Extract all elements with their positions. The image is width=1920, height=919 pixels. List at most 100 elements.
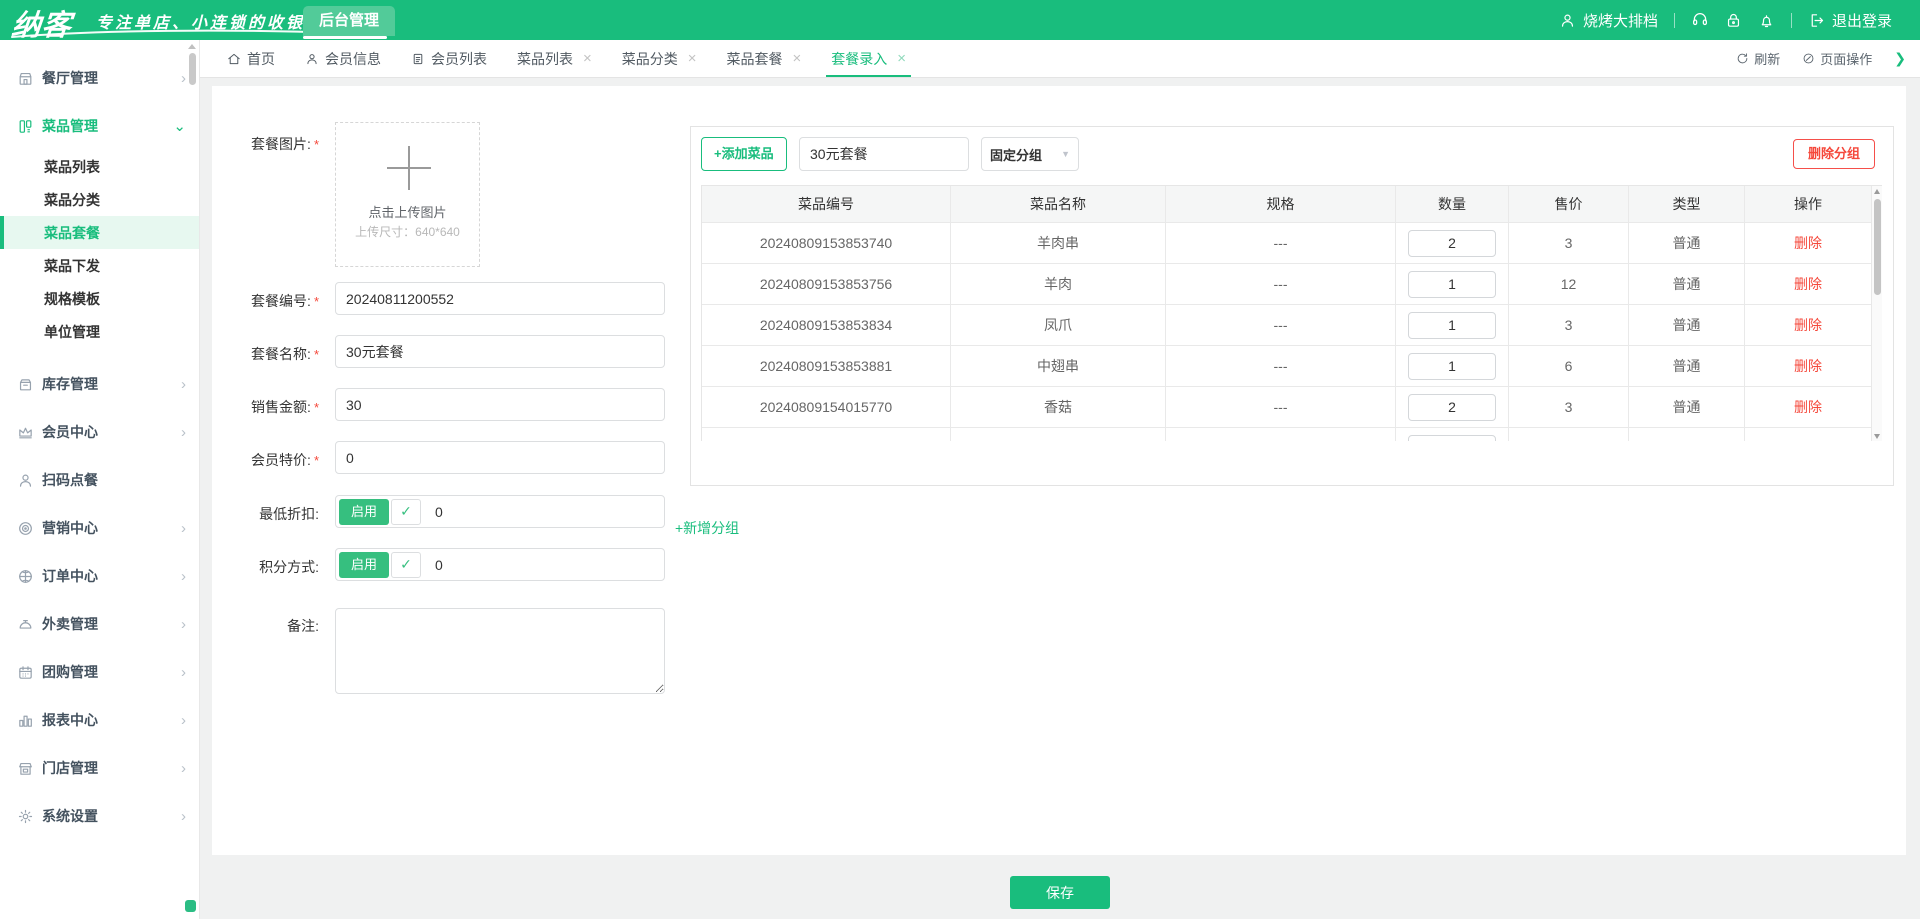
sale-amount-input[interactable] (335, 388, 665, 421)
sidebar-item-dish-combo[interactable]: 菜品套餐 (0, 216, 199, 249)
refresh-button[interactable]: 刷新 (1736, 49, 1780, 68)
logout-icon (1808, 12, 1825, 29)
add-group-link[interactable]: +新增分组 (675, 518, 739, 538)
chevron-right-icon: › (181, 568, 186, 585)
member-price-input[interactable] (335, 441, 665, 474)
delete-row-link[interactable]: 删除 (1745, 346, 1872, 387)
sidebar-item-reports[interactable]: 报表中心 › (0, 696, 199, 744)
qty-input[interactable] (1408, 230, 1496, 257)
sidebar-item-dish-category[interactable]: 菜品分类 (0, 183, 199, 216)
required-mark: * (314, 453, 319, 468)
delete-row-link[interactable]: 删除 (1745, 264, 1872, 305)
group-name-input[interactable] (799, 137, 969, 171)
qty-input[interactable] (1408, 271, 1496, 298)
remark-textarea[interactable] (335, 608, 665, 694)
support-headset-icon[interactable] (1691, 11, 1709, 29)
page-operations-button[interactable]: 页面操作 (1802, 49, 1872, 68)
sidebar-item-dish-list[interactable]: 菜品列表 (0, 150, 199, 183)
qty-input[interactable] (1408, 312, 1496, 339)
admin-nav-tab[interactable]: 后台管理 (303, 6, 395, 36)
delete-row-link[interactable]: 删除 (1745, 223, 1872, 264)
close-icon[interactable]: × (897, 50, 906, 67)
required-mark: * (314, 347, 319, 362)
chevron-right-icon: › (181, 760, 186, 777)
sidebar-item-dishes[interactable]: 菜品管理 ⌄ (0, 102, 199, 150)
save-button[interactable]: 保存 (1010, 876, 1110, 909)
tab-dish-combo[interactable]: 菜品套餐 × (712, 40, 817, 77)
add-dish-button[interactable]: +添加菜品 (701, 137, 787, 171)
sidebar-scrollbar-thumb[interactable] (189, 53, 196, 85)
sidebar-item-order-center[interactable]: 订单中心 › (0, 552, 199, 600)
shop-icon (17, 760, 34, 777)
sidebar-item-inventory[interactable]: 库存管理 › (0, 360, 199, 408)
logout-button[interactable]: 退出登录 (1808, 10, 1892, 31)
gear-icon (17, 808, 34, 825)
delete-row-link[interactable]: 删除 (1745, 387, 1872, 428)
sidebar-scroll-down[interactable] (185, 900, 196, 912)
globe-icon (17, 568, 34, 585)
check-icon[interactable]: ✓ (391, 499, 421, 525)
sidebar-scrollbar[interactable] (188, 44, 196, 914)
sidebar-item-restaurant[interactable]: 餐厅管理 › (0, 54, 199, 102)
combo-code-input[interactable] (335, 282, 665, 315)
sidebar-item-marketing[interactable]: 营销中心 › (0, 504, 199, 552)
min-discount-value[interactable]: 0 (435, 504, 443, 520)
sidebar-item-scan-order[interactable]: 扫码点餐 (0, 456, 199, 504)
person-icon (17, 472, 34, 489)
lock-icon[interactable] (1725, 12, 1742, 29)
points-mode-label: 积分方式: (212, 557, 319, 577)
points-mode-enable-toggle[interactable]: 启用 (339, 552, 389, 578)
table-scrollbar[interactable] (1871, 186, 1882, 441)
required-mark: * (314, 294, 319, 309)
group-type-select[interactable]: 固定分组 ▼ (981, 137, 1079, 171)
tab-member-list[interactable]: 会员列表 (396, 40, 502, 77)
header-divider (1791, 13, 1792, 28)
tab-dish-category[interactable]: 菜品分类 × (607, 40, 712, 77)
sidebar-item-dish-dispatch[interactable]: 菜品下发 (0, 249, 199, 282)
scroll-up-arrow-icon[interactable] (188, 44, 196, 49)
min-discount-field: 启用 ✓ 0 (335, 495, 665, 528)
table-row: 20240809153853881 中翅串 --- 6 普通 删除 (702, 346, 1872, 387)
tab-scroll-right-icon[interactable]: ❯ (1894, 50, 1906, 67)
chevron-right-icon: › (181, 664, 186, 681)
scroll-up-arrow-icon[interactable] (1874, 189, 1880, 194)
notification-bell-icon[interactable] (1758, 12, 1775, 29)
min-discount-enable-toggle[interactable]: 启用 (339, 499, 389, 525)
check-icon[interactable]: ✓ (391, 552, 421, 578)
sidebar-item-member-center[interactable]: 会员中心 › (0, 408, 199, 456)
points-mode-value[interactable]: 0 (435, 557, 443, 573)
tab-combo-entry[interactable]: 套餐录入 × (816, 40, 921, 77)
sidebar-item-stores[interactable]: 门店管理 › (0, 744, 199, 792)
cloche-icon (17, 616, 34, 633)
sidebar-item-settings[interactable]: 系统设置 › (0, 792, 199, 840)
table-row: 20240809153853756 羊肉 --- 12 普通 删除 (702, 264, 1872, 305)
sidebar-item-spec-template[interactable]: 规格模板 (0, 282, 199, 315)
qty-input[interactable] (1408, 435, 1496, 442)
sidebar-item-takeout[interactable]: 外卖管理 › (0, 600, 199, 648)
upload-text: 点击上传图片 (336, 202, 479, 221)
table-scrollbar-thumb[interactable] (1874, 199, 1881, 295)
sidebar-item-unit-mgmt[interactable]: 单位管理 (0, 315, 199, 348)
qty-input[interactable] (1408, 353, 1496, 380)
dishes-icon (17, 118, 34, 135)
tab-member-info[interactable]: 会员信息 (290, 40, 396, 77)
scroll-down-arrow-icon[interactable] (1874, 434, 1880, 439)
user-name: 烧烤大排档 (1583, 10, 1658, 31)
min-discount-label: 最低折扣: (212, 504, 319, 524)
table-row-partial (702, 428, 1872, 441)
chevron-right-icon: › (181, 70, 186, 87)
close-icon[interactable]: × (688, 50, 697, 67)
close-icon[interactable]: × (583, 50, 592, 67)
tab-home[interactable]: 首页 (212, 40, 290, 77)
user-account[interactable]: 烧烤大排档 (1559, 10, 1658, 31)
delete-row-link[interactable]: 删除 (1745, 305, 1872, 346)
close-icon[interactable]: × (793, 50, 802, 67)
combo-image-label: 套餐图片:* (212, 134, 319, 154)
delete-group-button[interactable]: 删除分组 (1793, 139, 1875, 169)
combo-name-input[interactable] (335, 335, 665, 368)
tab-dish-list[interactable]: 菜品列表 × (502, 40, 607, 77)
page-operations-icon (1802, 52, 1815, 65)
qty-input[interactable] (1408, 394, 1496, 421)
sidebar-item-groupbuy[interactable]: 团购管理 › (0, 648, 199, 696)
image-upload-box[interactable]: 点击上传图片 上传尺寸：640*640 (335, 122, 480, 267)
